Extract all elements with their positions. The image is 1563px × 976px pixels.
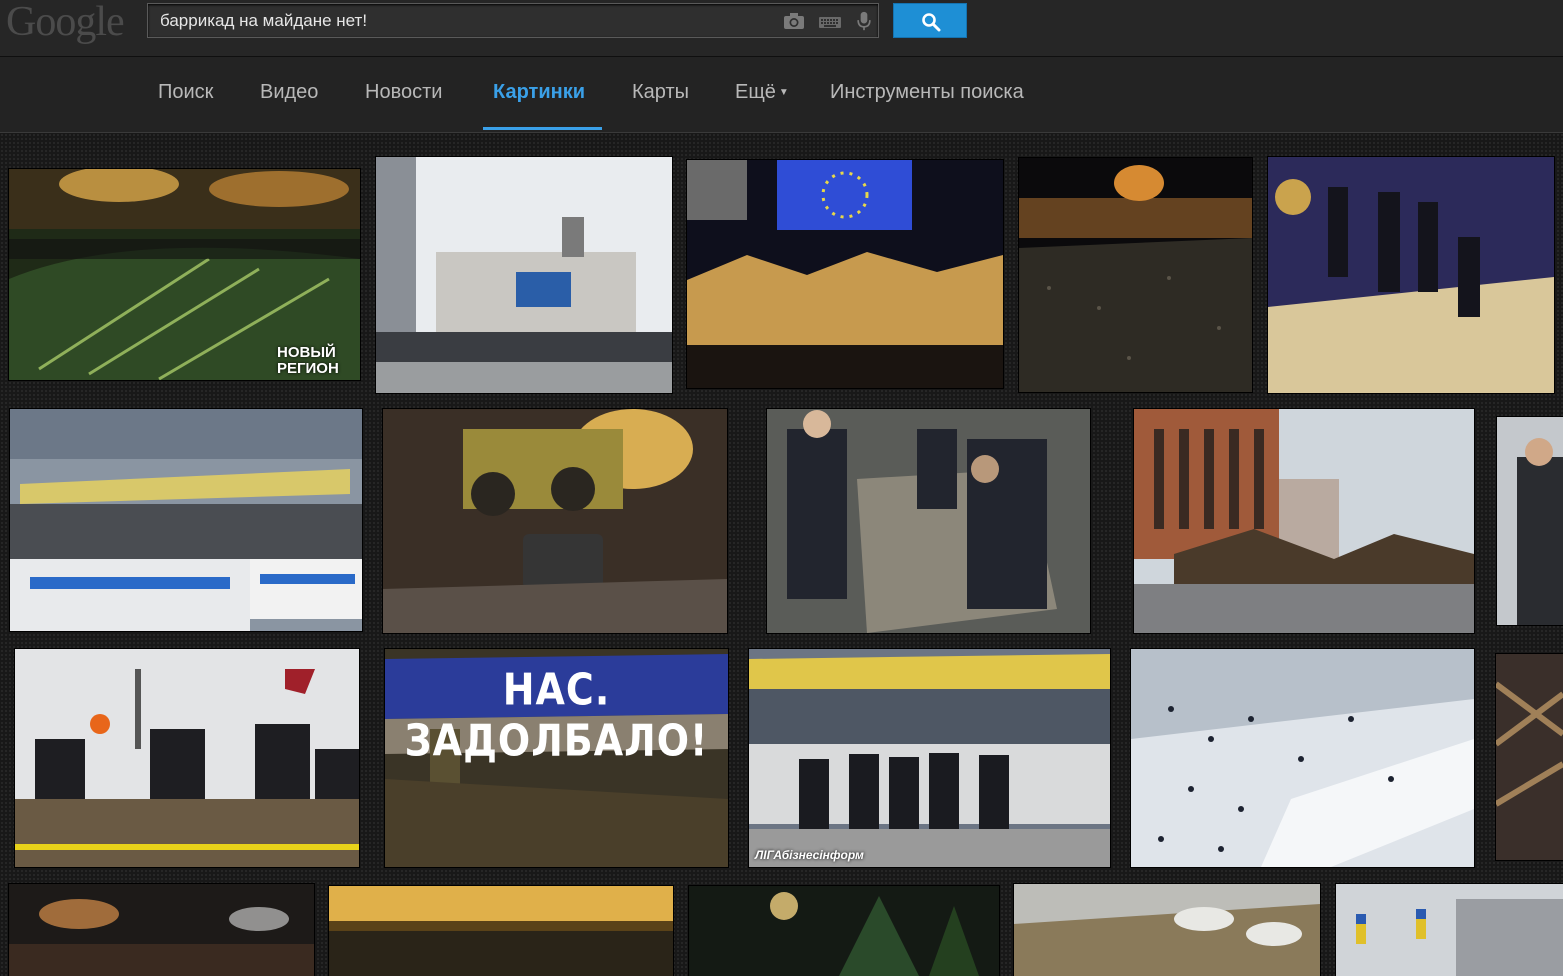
image-result[interactable] — [1014, 884, 1320, 976]
image-result[interactable] — [687, 160, 1003, 388]
search-input[interactable] — [158, 8, 762, 34]
top-bar: Google — [0, 0, 1563, 57]
watermark-line-2: РЕГИОН — [277, 360, 339, 377]
image-result[interactable] — [1497, 417, 1563, 625]
microphone-icon[interactable] — [852, 11, 876, 31]
image-result[interactable] — [1336, 884, 1563, 976]
image-result[interactable] — [1496, 654, 1563, 860]
banner-text: НАС. ЗАДОЛБАЛО! — [404, 664, 709, 766]
image-result[interactable] — [1131, 649, 1474, 867]
image-result[interactable]: ЛIГАбізнесінформ — [749, 649, 1110, 867]
chevron-down-icon: ▼ — [778, 87, 789, 98]
keyboard-icon[interactable] — [818, 11, 842, 31]
image-result[interactable] — [9, 884, 314, 976]
image-result[interactable] — [1134, 409, 1474, 633]
watermark-line-1: НОВЫЙ — [277, 344, 336, 361]
search-nav: Поиск Видео Новости Картинки Карты Ещё ▼ … — [0, 57, 1563, 133]
image-result[interactable] — [376, 157, 672, 393]
google-logo[interactable]: Google — [6, 0, 125, 46]
image-result[interactable] — [383, 409, 727, 633]
image-result[interactable] — [1019, 158, 1252, 392]
search-button[interactable] — [893, 3, 967, 38]
tab-maps[interactable]: Карты — [632, 81, 689, 104]
tab-video[interactable]: Видео — [260, 81, 318, 104]
active-tab-indicator — [483, 127, 602, 130]
image-result[interactable]: НАС. ЗАДОЛБАЛО! — [385, 649, 728, 867]
tab-more[interactable]: Ещё ▼ — [735, 81, 789, 104]
image-result[interactable] — [10, 409, 362, 631]
tab-news[interactable]: Новости — [365, 81, 442, 104]
image-results-grid: НОВЫЙ РЕГИОН НАС. ЗАДОЛБАЛО! ЛIГАбізнесі… — [0, 133, 1563, 976]
tab-search[interactable]: Поиск — [158, 81, 213, 104]
tab-search-tools[interactable]: Инструменты поиска — [830, 81, 1024, 104]
image-result[interactable] — [329, 886, 673, 976]
watermark-liga: ЛIГАбізнесінформ — [755, 848, 864, 862]
image-result[interactable] — [689, 886, 999, 976]
image-result[interactable] — [1268, 157, 1554, 393]
tab-images[interactable]: Картинки — [493, 81, 585, 104]
image-result[interactable] — [15, 649, 359, 867]
tab-more-label: Ещё — [735, 81, 776, 103]
search-icon — [922, 13, 941, 32]
camera-icon[interactable] — [782, 11, 806, 31]
search-box[interactable] — [147, 3, 879, 38]
image-result[interactable] — [767, 409, 1090, 633]
image-result[interactable]: НОВЫЙ РЕГИОН — [9, 169, 360, 380]
